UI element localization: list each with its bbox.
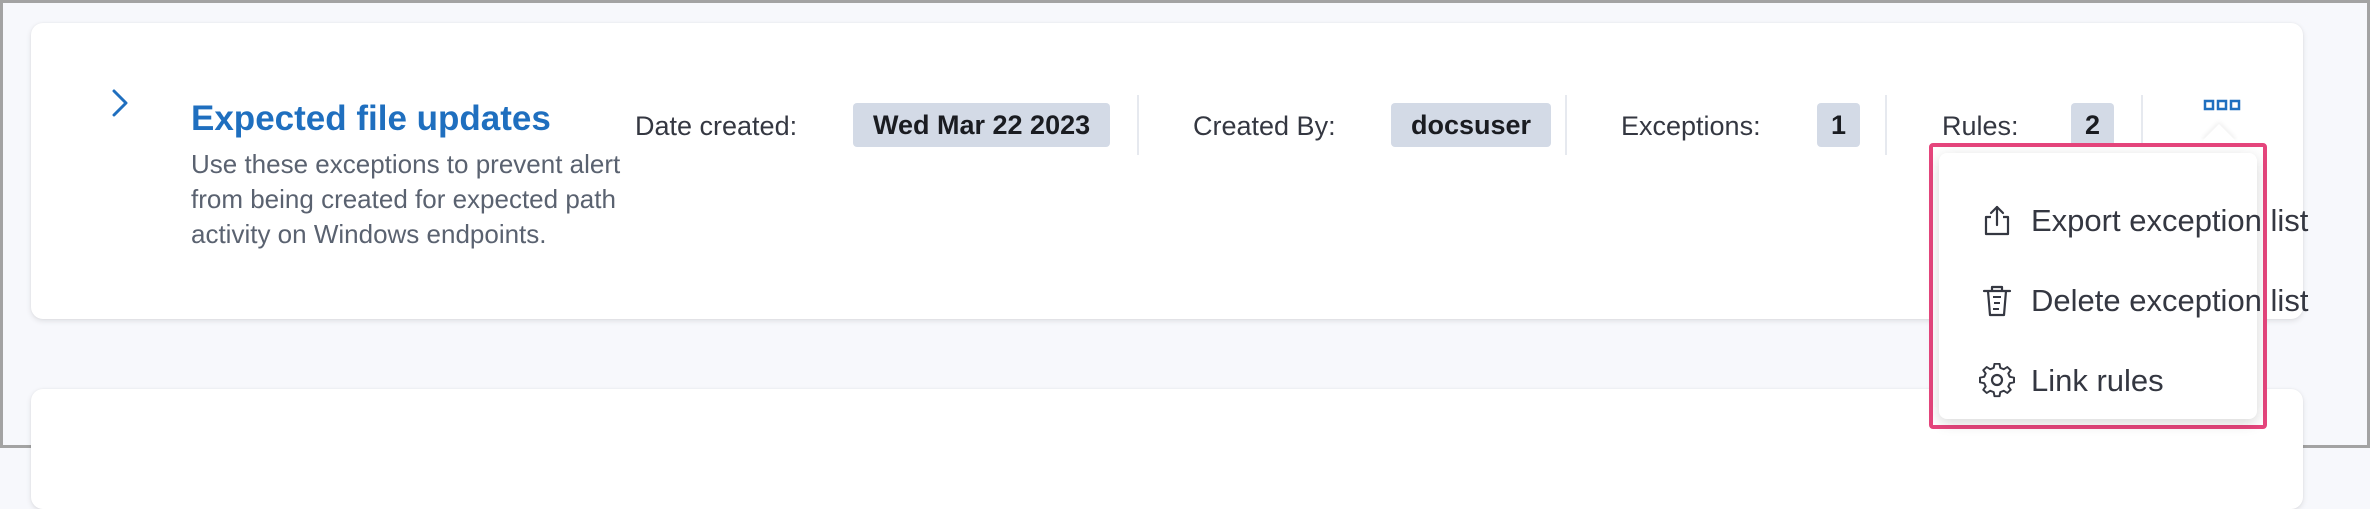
divider [1885,95,1887,155]
chevron-right-icon[interactable] [99,83,139,123]
actions-menu: Export exception list Delete exception l… [1929,143,2308,429]
rules-count-badge: 2 [2071,103,2115,147]
exceptions-label: Exceptions: [1621,111,1761,141]
divider [1565,95,1567,155]
exceptions-count-badge: 1 [1817,103,1861,147]
delete-exception-list-item[interactable]: Delete exception list [1979,277,2308,325]
created-by-badge: docsuser [1391,103,1552,147]
date-created-badge: Wed Mar 22 2023 [853,103,1111,147]
link-rules-label: Link rules [2031,363,2164,398]
divider [1137,95,1139,155]
more-actions-icon[interactable] [2189,85,2255,125]
export-exception-list-label: Export exception list [2031,203,2309,238]
link-rules-item[interactable]: Link rules [1979,357,2299,405]
exception-list-description: Use these exceptions to prevent alert fr… [191,149,621,249]
delete-exception-list-label: Delete exception list [2031,283,2309,318]
gear-icon [1979,363,2015,398]
date-created-label: Date created: [635,111,798,141]
trash-icon [1982,285,2012,317]
export-icon [1984,205,2010,236]
exception-list-title[interactable]: Expected file updates [191,99,551,139]
created-by-label: Created By: [1193,111,1336,141]
export-exception-list-item[interactable]: Export exception list [1979,197,2308,245]
actions-menu-panel: Export exception list Delete exception l… [1939,153,2308,419]
rules-label: Rules: [1942,111,2019,141]
